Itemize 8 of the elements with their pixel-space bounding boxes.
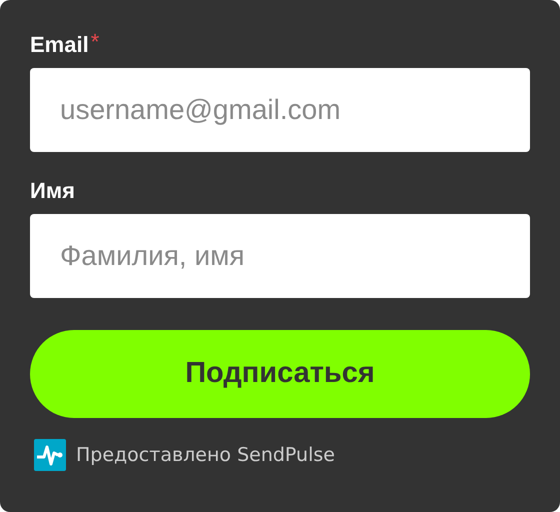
input-field[interactable]: Фамилия, имя xyxy=(30,214,530,298)
field-label: Имя xyxy=(30,177,75,205)
field-label: Email xyxy=(30,31,89,59)
subscribe-button[interactable]: Подписаться xyxy=(30,330,530,418)
input-field[interactable]: username@gmail.com xyxy=(30,68,530,152)
required-mark: * xyxy=(90,30,100,54)
pulse-logo-icon xyxy=(34,439,66,471)
powered-by-text: Предоставлено SendPulse xyxy=(76,442,335,468)
